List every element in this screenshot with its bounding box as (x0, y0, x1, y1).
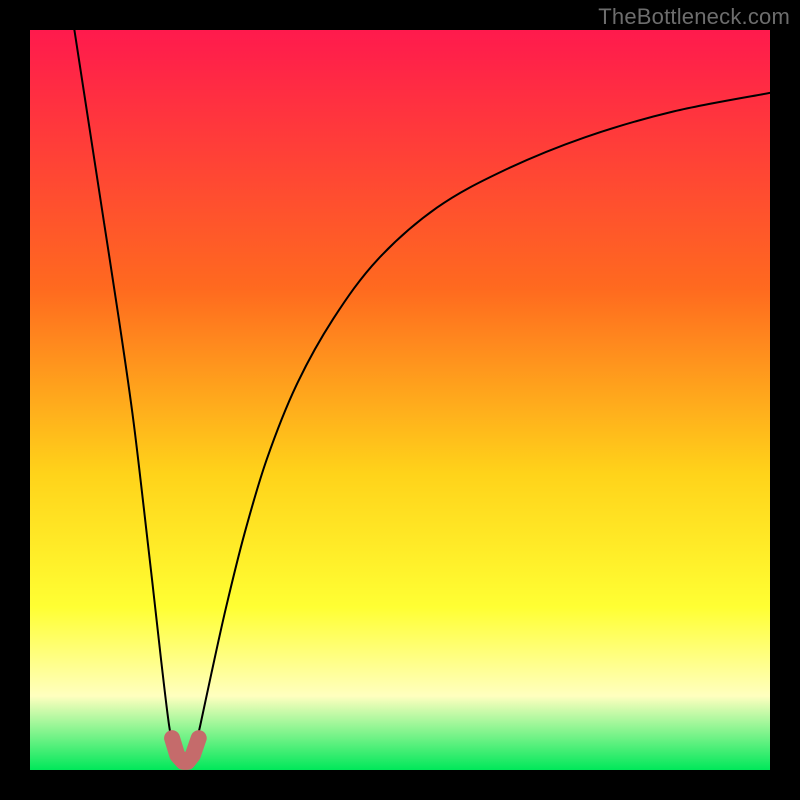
curve-right-branch (192, 93, 770, 760)
curve-left-branch (74, 30, 175, 760)
watermark-text: TheBottleneck.com (598, 4, 790, 30)
outer-frame: TheBottleneck.com (0, 0, 800, 800)
plot-area (30, 30, 770, 770)
curve-layer (30, 30, 770, 770)
cusp-marker (172, 738, 199, 762)
